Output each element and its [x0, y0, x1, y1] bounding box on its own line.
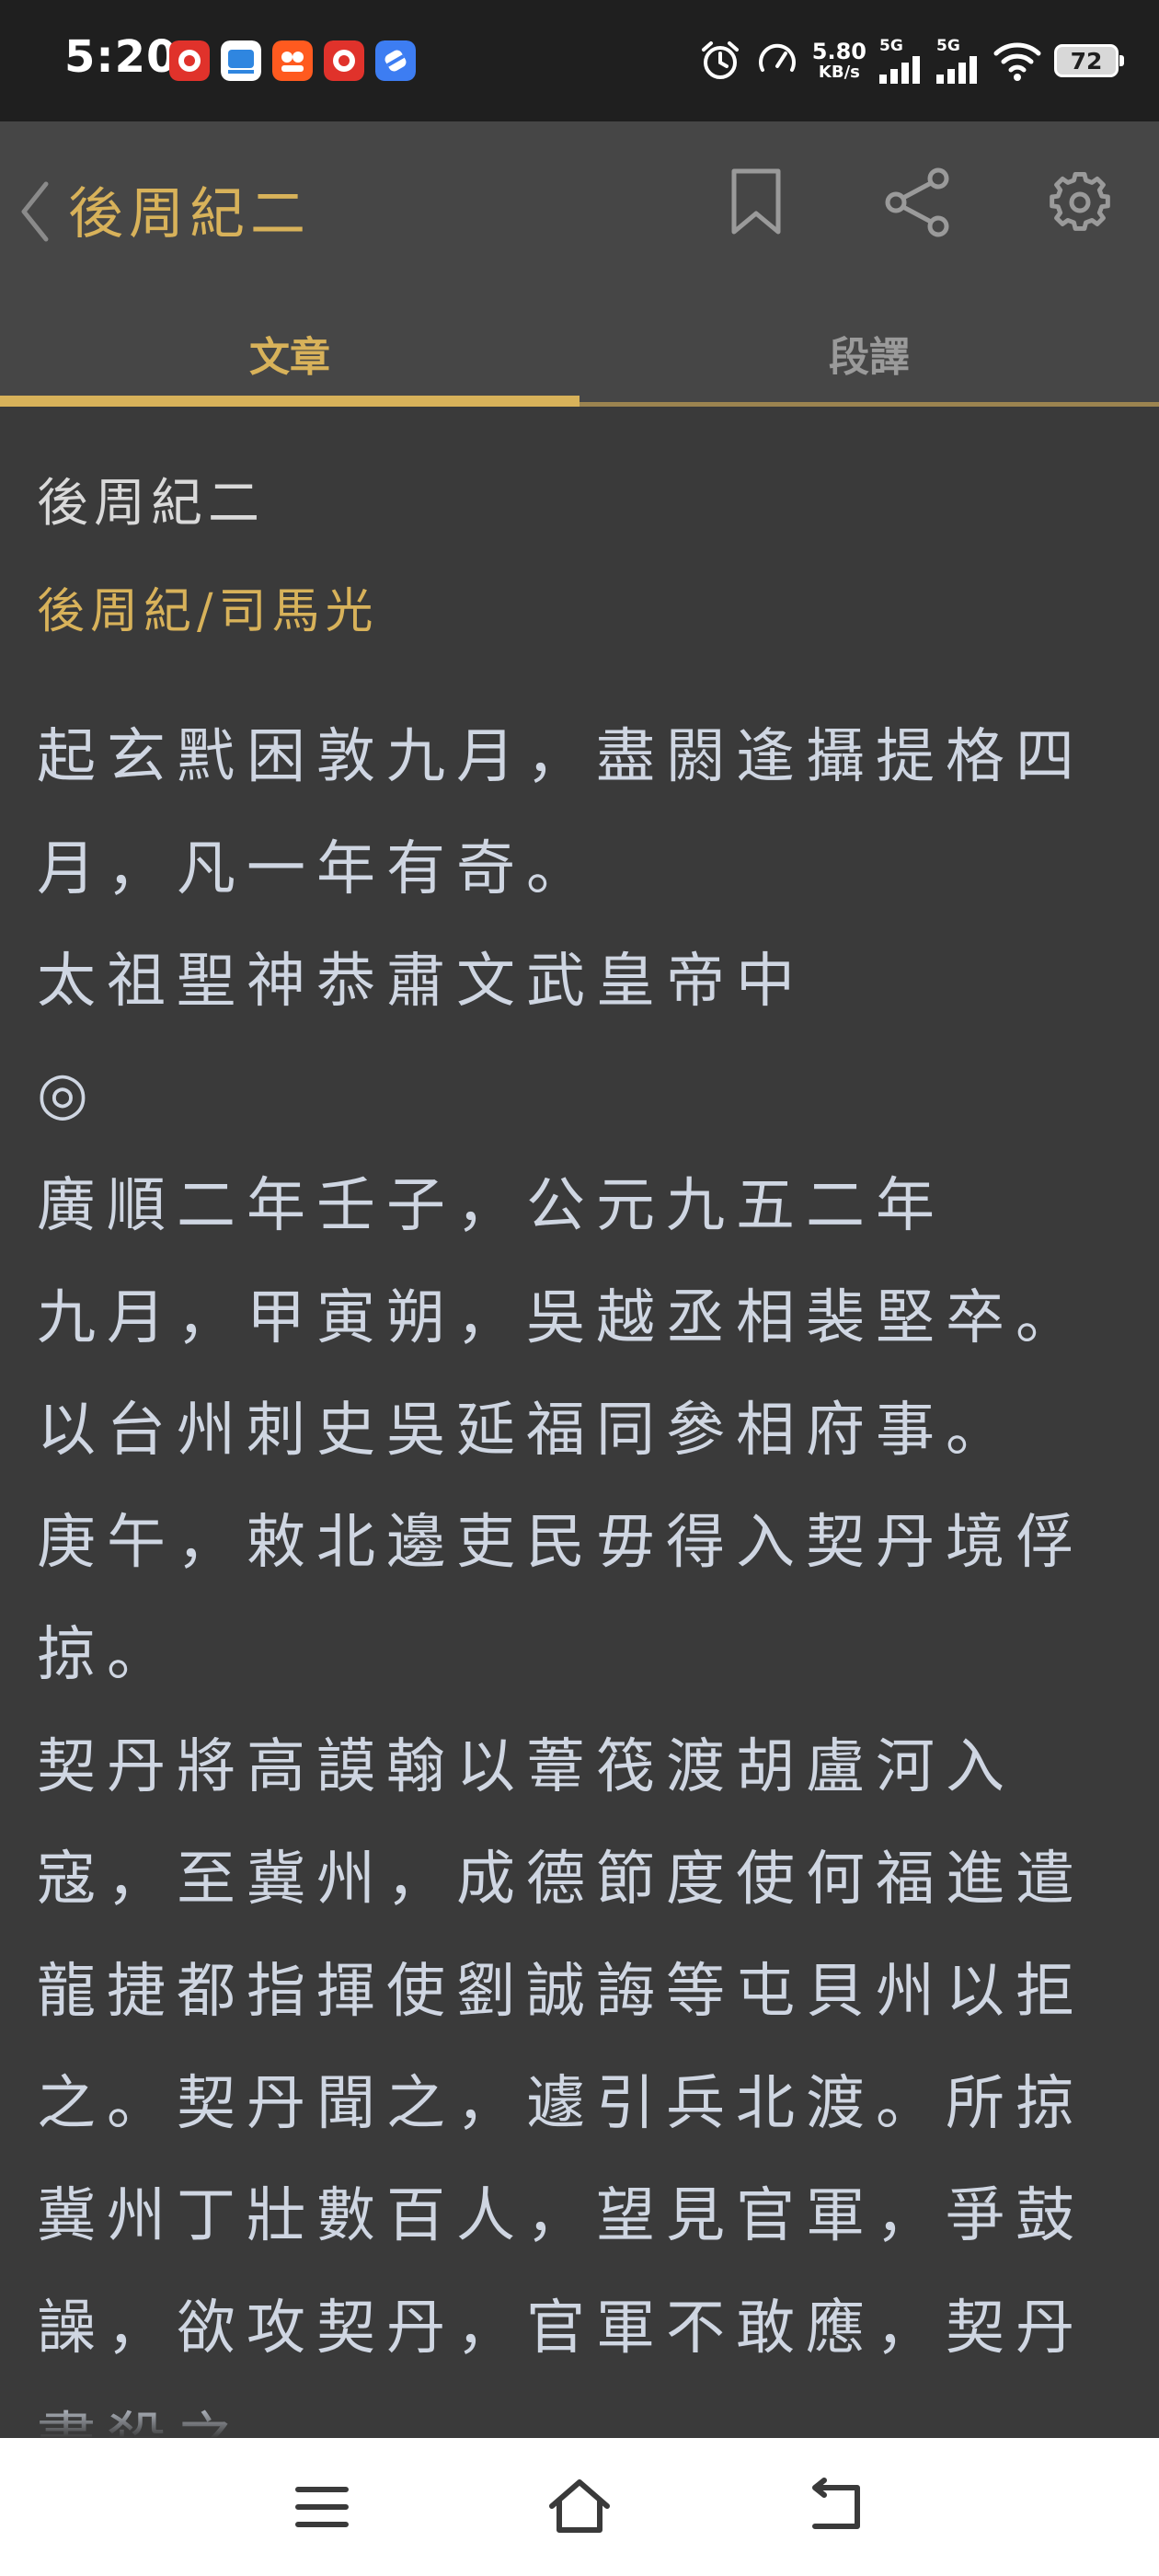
network-speed-value: 5.80 [811, 39, 866, 64]
article-content[interactable]: 後周紀二 後周紀/司馬光 起玄黓困敦九月，盡閼逢攝提格四月，凡一年有奇。 太祖聖… [0, 407, 1159, 2438]
signal-strength-1: 5G [879, 36, 924, 84]
bookmark-icon[interactable] [727, 166, 786, 239]
article-body: 起玄黓困敦九月，盡閼逢攝提格四月，凡一年有奇。 太祖聖神恭肅文武皇帝中 ◎ 廣順… [37, 701, 1131, 2438]
app-notification-icon [169, 40, 210, 81]
status-time: 5:20 [64, 31, 178, 83]
app-notification-icon [375, 40, 416, 81]
app-notification-icon [324, 40, 364, 81]
menu-icon[interactable] [294, 2475, 350, 2539]
tab-bar: 文章 段譯 [0, 316, 1159, 407]
page-title: 後周紀二 [68, 182, 311, 247]
content-fade [0, 2401, 1159, 2438]
signal-label-2: 5G [936, 36, 960, 55]
gear-icon[interactable] [1045, 166, 1115, 239]
article-paragraph: 庚午，敕北邊吏民毋得入契丹境俘掠。 [37, 1509, 1085, 1689]
home-icon[interactable] [546, 2475, 613, 2539]
article-paragraph: 起玄黓困敦九月，盡閼逢攝提格四月，凡一年有奇。 [37, 723, 1085, 903]
system-navigation-bar [0, 2438, 1159, 2576]
article-paragraph: 太祖聖神恭肅文武皇帝中 [37, 948, 806, 1016]
article-title: 後周紀二 [37, 474, 265, 534]
article-paragraph: ◎ [37, 1060, 99, 1128]
status-indicators: 5.80 KB/s 5G 5G 72 [698, 33, 1124, 88]
article-paragraph: 以台州刺史吳延福同參相府事。 [37, 1397, 1016, 1465]
speedometer-icon [758, 43, 796, 72]
notification-app-icons [169, 40, 416, 81]
back-chevron-icon[interactable] [17, 175, 53, 248]
tab-active-indicator [0, 396, 580, 407]
app-header: 後周紀二 文章 段譯 [0, 121, 1159, 407]
signal-bars-icon [936, 55, 977, 84]
tab-translation[interactable]: 段譯 [580, 316, 1159, 407]
battery-indicator: 72 [1054, 44, 1124, 77]
network-speed-unit: KB/s [818, 63, 860, 82]
tab-article[interactable]: 文章 [0, 316, 580, 407]
wifi-icon [993, 42, 1041, 81]
alarm-icon [701, 41, 739, 79]
article-paragraph: 廣順二年壬子，公元九五二年 [37, 1172, 946, 1240]
share-icon[interactable] [883, 166, 953, 239]
article-paragraph: 九月，甲寅朔，吳越丞相裴堅卒。 [37, 1284, 1085, 1352]
app-notification-icon [272, 40, 313, 81]
signal-bars-icon [879, 55, 920, 84]
app-notification-icon [221, 40, 261, 81]
article-paragraph: 契丹將高謨翰以葦筏渡胡盧河入寇，至冀州，成德節度使何福進遣龍捷都指揮使劉誠誨等屯… [37, 1733, 1085, 2438]
network-speed: 5.80 KB/s [812, 40, 866, 81]
signal-label-1: 5G [879, 36, 903, 55]
back-icon[interactable] [806, 2475, 865, 2539]
article-author[interactable]: 後周紀/司馬光 [37, 572, 379, 641]
status-bar: 5:20 5.80 KB/s 5G 5G 72 [0, 0, 1159, 121]
signal-strength-2: 5G [936, 36, 981, 84]
battery-level: 72 [1070, 47, 1103, 75]
